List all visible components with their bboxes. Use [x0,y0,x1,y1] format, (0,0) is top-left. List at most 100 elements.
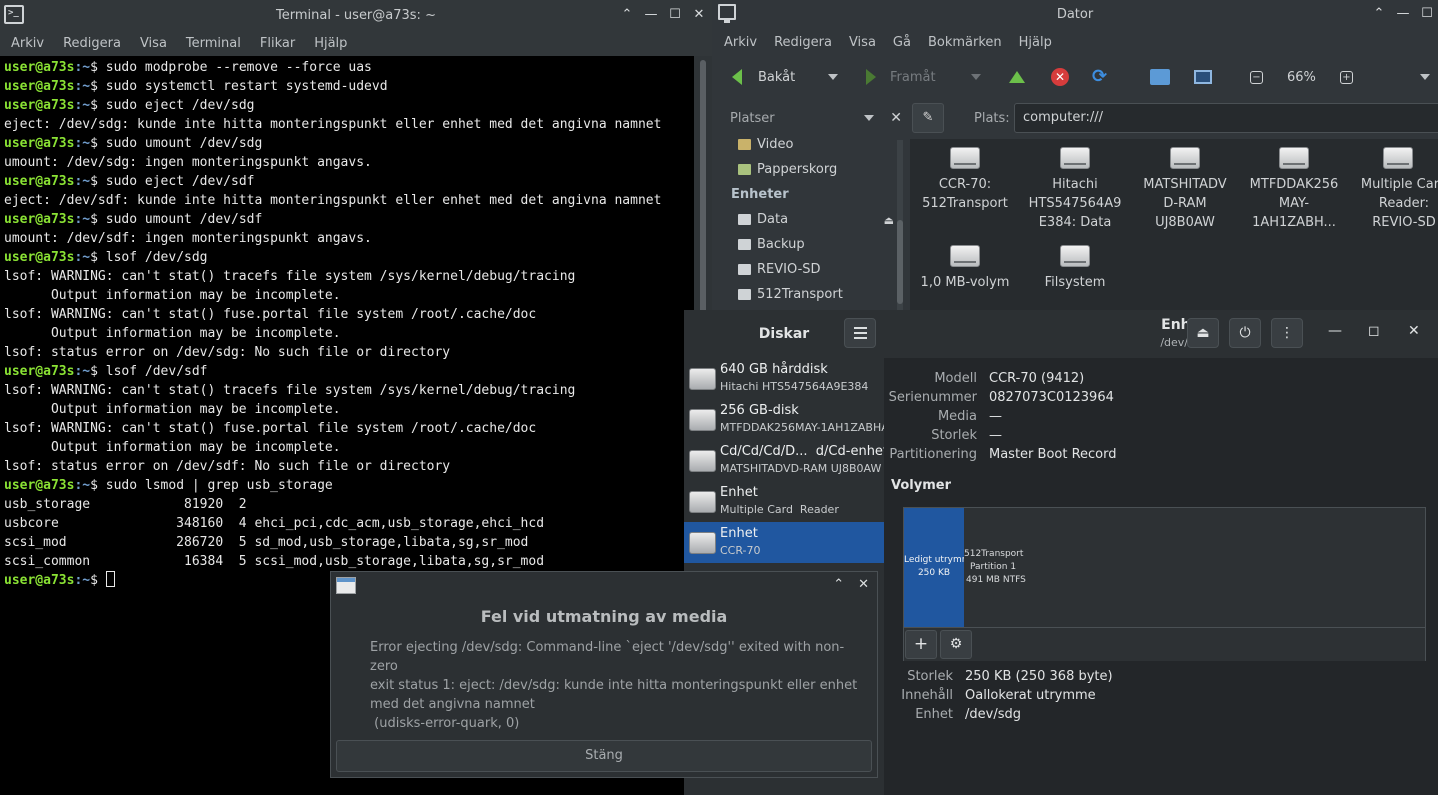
forward-button[interactable]: Framåt [866,69,936,85]
partition-options-button[interactable]: ⚙ [940,630,972,659]
drive-icon [950,245,980,267]
menu-hjalp[interactable]: Hjälp [1019,35,1052,50]
drive-menu-button[interactable]: ⋮ [1271,318,1303,348]
sidepane-header[interactable]: Platser ✕ [718,99,904,137]
command-text: $ sudo systemctl restart systemd-udevd [90,79,388,94]
terminal-line: umount: /dev/sdf: ingen monteringspunkt … [4,231,372,246]
zoom-out-button[interactable]: − [1250,70,1263,84]
back-arrow-icon [732,69,742,85]
maximize-up-icon[interactable]: ⌃ [620,6,634,24]
device-item[interactable]: 256 GB-disk MTFDDAK256MAY-1AH1ZABHA [684,399,889,440]
stang-button[interactable]: Stäng [336,740,872,772]
drive-item[interactable]: Filsystem [1020,237,1130,292]
sidepane-scrollbar[interactable] [897,140,903,310]
hamburger-menu-button[interactable] [844,318,876,348]
reload-button[interactable]: ⟳ [1092,68,1112,86]
close-icon[interactable]: ✕ [890,110,902,126]
zoom-in-button[interactable]: + [1340,70,1353,84]
drive-item[interactable]: Hitachi HTS547564A9 E384: Data [1020,139,1130,232]
menu-arkiv[interactable]: Arkiv [724,35,757,50]
menu-bokmarken[interactable]: Bokmärken [928,35,1002,50]
optical-drive-icon [689,450,716,472]
device-name: Enhet [720,526,758,541]
close-button[interactable]: ✕ [692,6,706,24]
drive-label: Filsystem [1044,275,1106,290]
device-item-selected[interactable]: Enhet CCR-70 [684,522,884,563]
power-icon: ⏻ [1239,325,1251,341]
forward-history-dropdown[interactable] [971,74,981,80]
disks-title: Diskar [758,326,810,342]
toolbar-overflow[interactable] [1420,74,1430,80]
device-item[interactable]: Enhet Multiple Card Reader [684,481,884,522]
close-button[interactable]: ✕ [1408,323,1420,339]
drive-label: 1,0 MB-volym [920,275,1010,290]
filemanager-titlebar[interactable]: Dator ⌃ — ☐ [712,0,1438,29]
menu-arkiv[interactable]: Arkiv [11,36,44,51]
terminal-line: user@a73s:~$ lsof /dev/sdg [0,248,694,267]
minimize-button[interactable]: — [644,6,658,24]
volume-partition-1[interactable]: 512Transport Partition 1 491 MB NTFS [964,508,1425,627]
terminal-titlebar[interactable]: >_ Terminal - user@a73s: ~ ⌃ — ☐ ✕ [0,0,712,31]
sidebar-item-data[interactable]: Data ⏏ [718,207,904,232]
segment-size: 250 KB [917,568,951,578]
menu-redigera[interactable]: Redigera [63,36,121,51]
volume-free-space[interactable]: Ledigt utrymme 250 KB [904,508,964,627]
maximize-button[interactable]: ☐ [668,6,682,24]
eject-icon[interactable]: ⏏ [884,214,894,227]
power-off-button[interactable]: ⏻ [1229,318,1261,348]
close-button[interactable]: ✕ [858,577,869,592]
sidebar-item-video[interactable]: Video [718,133,904,157]
icon-view[interactable]: CCR-70: 512Transport Hitachi HTS547564A9… [910,139,1438,310]
prompt-user: user@a73s [4,79,75,94]
prompt-path: :~ [74,60,91,75]
menu-ga[interactable]: Gå [893,35,911,50]
minimize-button[interactable]: — [1328,323,1342,339]
home-folder-button[interactable] [1150,69,1170,85]
command-text: $ lsof /dev/sdg [90,250,208,265]
detail-value: 250 KB (250 368 byte) [965,669,1113,684]
more-vertical-icon: ⋮ [1280,325,1294,341]
drive-icon [1279,147,1309,169]
maximize-button[interactable]: ☐ [1420,5,1434,23]
prompt-user: user@a73s [4,250,75,265]
device-item[interactable]: Cd/Cd/Cd/D... d/Cd-enhet MATSHITADVD-RAM … [684,440,888,481]
sidebar-item-backup[interactable]: Backup [718,232,904,257]
toggle-location-button[interactable] [912,103,944,133]
back-button[interactable]: Bakåt [732,69,795,85]
chevron-down-icon[interactable] [864,115,874,121]
drive-item[interactable]: MTFDDAK256 MAY- 1AH1ZABH... [1239,139,1349,232]
device-model: MTFDDAK256MAY-1AH1ZABHA [720,421,889,434]
stop-button[interactable]: ✕ [1051,68,1069,86]
sidebar-item-papperskorg[interactable]: Papperskorg [718,157,904,182]
menu-visa[interactable]: Visa [140,36,167,51]
terminal-line: user@a73s:~$ lsof /dev/sdf [0,362,694,381]
device-item[interactable]: 640 GB hårddisk Hitachi HTS547564A9E384 [684,358,884,399]
minimize-button[interactable]: — [1396,5,1410,23]
prompt-path: :~ [74,250,91,265]
location-input[interactable]: computer:/// [1014,103,1438,133]
eject-button[interactable]: ⏏ [1187,318,1219,348]
create-partition-button[interactable]: + [905,630,937,659]
maximize-button[interactable]: ◻ [1368,323,1380,339]
drive-item[interactable]: MATSHITADV D-RAM UJ8B0AW [1130,139,1240,232]
sidebar-item-revio-sd[interactable]: REVIO-SD [718,257,904,282]
text-cursor [105,571,115,587]
drive-item[interactable]: 1,0 MB-volym [910,237,1020,292]
maximize-up-icon[interactable]: ⌃ [1372,5,1386,23]
menu-redigera[interactable]: Redigera [774,35,832,50]
sidebar-item-512transport[interactable]: 512Transport [718,282,904,307]
menu-terminal[interactable]: Terminal [186,36,241,51]
plus-icon: + [913,634,929,654]
menu-flikar[interactable]: Flikar [260,36,295,51]
maximize-up-icon[interactable]: ⌃ [833,577,844,592]
computer-button[interactable] [1194,70,1212,84]
menu-visa[interactable]: Visa [849,35,876,50]
drive-item[interactable]: CCR-70: 512Transport [910,139,1020,213]
back-history-dropdown[interactable] [828,74,838,80]
terminal-line: Output information may be incomplete. [4,402,341,417]
scrollbar-thumb[interactable] [897,220,903,304]
up-button[interactable] [1009,71,1025,83]
device-name: 256 GB-disk [720,403,799,418]
drive-item[interactable]: Multiple Card Reader: REVIO-SD [1349,139,1438,232]
menu-hjalp[interactable]: Hjälp [314,36,347,51]
